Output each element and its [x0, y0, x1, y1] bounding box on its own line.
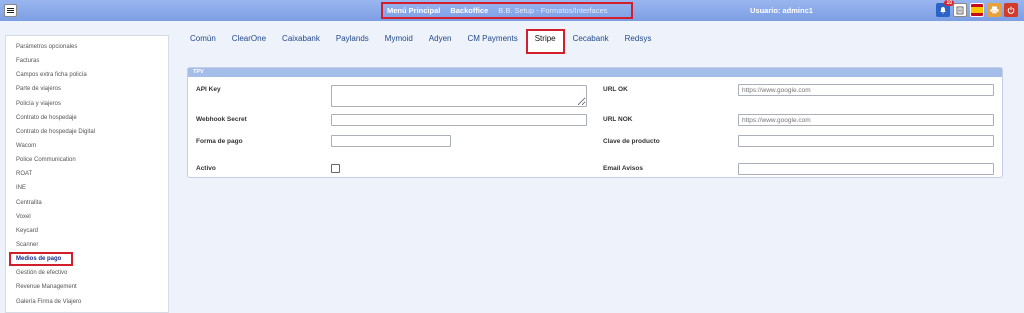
tab-redsys[interactable]: Redsys: [617, 29, 660, 49]
sidebar-item-contrato-de-hospedaje-digital[interactable]: Contrato de hospedaje Digital: [6, 125, 168, 139]
nav-menu-principal[interactable]: Menú Principal: [387, 6, 440, 15]
panel-title: TPV: [188, 68, 1002, 77]
nav-backoffice[interactable]: Backoffice: [450, 6, 488, 15]
sidebar-item-campos-extra-ficha-policia[interactable]: Campos extra ficha policía: [6, 68, 168, 82]
webhook-secret-input[interactable]: [331, 114, 587, 126]
sidebar-item-voxel[interactable]: Voxel: [6, 210, 168, 224]
activo-checkbox[interactable]: [331, 164, 340, 173]
sidebar-item-wacom[interactable]: Wacom: [6, 139, 168, 153]
clave-de-producto-label: Clave de producto: [603, 138, 660, 145]
forma-de-pago-input[interactable]: [331, 135, 451, 147]
logout-power-icon[interactable]: [1004, 3, 1018, 17]
url-ok-input[interactable]: [738, 84, 994, 96]
notification-bell-icon[interactable]: 10: [936, 0, 954, 17]
api-key-input[interactable]: [331, 85, 587, 107]
sidebar-item-gestion-de-efectivo[interactable]: Gestión de efectivo: [6, 266, 168, 280]
tab-paylands[interactable]: Paylands: [328, 29, 377, 49]
sidebar-item-ine[interactable]: INE: [6, 181, 168, 195]
tab-cm-payments[interactable]: CM Payments: [459, 29, 525, 49]
top-bar: Menú Principal Backoffice B.B. Setup - F…: [0, 0, 1024, 21]
sidebar-item-keycard[interactable]: Keycard: [6, 224, 168, 238]
sidebar-active-highlight: [9, 252, 73, 266]
tab-adyen[interactable]: Adyen: [421, 29, 460, 49]
main-nav: Menú Principal Backoffice B.B. Setup - F…: [381, 2, 633, 19]
url-ok-label: URL OK: [603, 86, 628, 93]
activo-label: Activo: [196, 165, 216, 172]
sidebar: Parámetros opcionales Facturas Campos ex…: [5, 35, 169, 313]
tab-stripe[interactable]: Stripe: [525, 29, 565, 54]
tab-comun[interactable]: Común: [182, 29, 224, 49]
sidebar-item-centralita[interactable]: Centralita: [6, 196, 168, 210]
menu-icon[interactable]: [4, 4, 17, 17]
document-icon[interactable]: [953, 3, 967, 17]
sidebar-item-police-communication[interactable]: Police Communication: [6, 153, 168, 167]
nav-setup-interfaces[interactable]: B.B. Setup - Formatos/Interfaces: [498, 6, 607, 15]
payment-tabs: Común ClearOne Caixabank Paylands Mymoid…: [182, 29, 660, 54]
tab-cecabank[interactable]: Cecabank: [565, 29, 617, 49]
tpv-panel: TPV API Key Webhook Secret Forma de pago…: [187, 67, 1003, 178]
email-avisos-label: Email Avisos: [603, 165, 643, 172]
header-icons: 10: [936, 0, 1018, 17]
api-key-label: API Key: [196, 86, 221, 93]
clave-de-producto-input[interactable]: [738, 135, 994, 147]
tab-caixabank[interactable]: Caixabank: [274, 29, 328, 49]
email-avisos-input[interactable]: [738, 163, 994, 175]
tab-clearone[interactable]: ClearOne: [224, 29, 274, 49]
sidebar-item-revenue-management[interactable]: Revenue Management: [6, 280, 168, 294]
url-nok-label: URL NOK: [603, 116, 633, 123]
sidebar-item-parametros-opcionales[interactable]: Parámetros opcionales: [6, 40, 168, 54]
sidebar-item-contrato-de-hospedaje[interactable]: Contrato de hospedaje: [6, 111, 168, 125]
tab-mymoid[interactable]: Mymoid: [377, 29, 421, 49]
printer-icon[interactable]: [987, 3, 1001, 17]
webhook-secret-label: Webhook Secret: [196, 116, 247, 123]
sidebar-item-facturas[interactable]: Facturas: [6, 54, 168, 68]
sidebar-item-roat[interactable]: ROAT: [6, 167, 168, 181]
forma-de-pago-label: Forma de pago: [196, 138, 243, 145]
sidebar-item-policia-y-viajeros[interactable]: Policía y viajeros: [6, 97, 168, 111]
url-nok-input[interactable]: [738, 114, 994, 126]
user-label[interactable]: Usuario: adminc1: [750, 6, 813, 15]
sidebar-item-parte-de-viajeros[interactable]: Parte de viajeros: [6, 82, 168, 96]
sidebar-item-galeria-firma-de-viajero[interactable]: Galería Firma de Viajero: [6, 295, 168, 309]
language-flag-icon[interactable]: [970, 3, 984, 17]
sidebar-item-scanner[interactable]: Scanner: [6, 238, 168, 252]
